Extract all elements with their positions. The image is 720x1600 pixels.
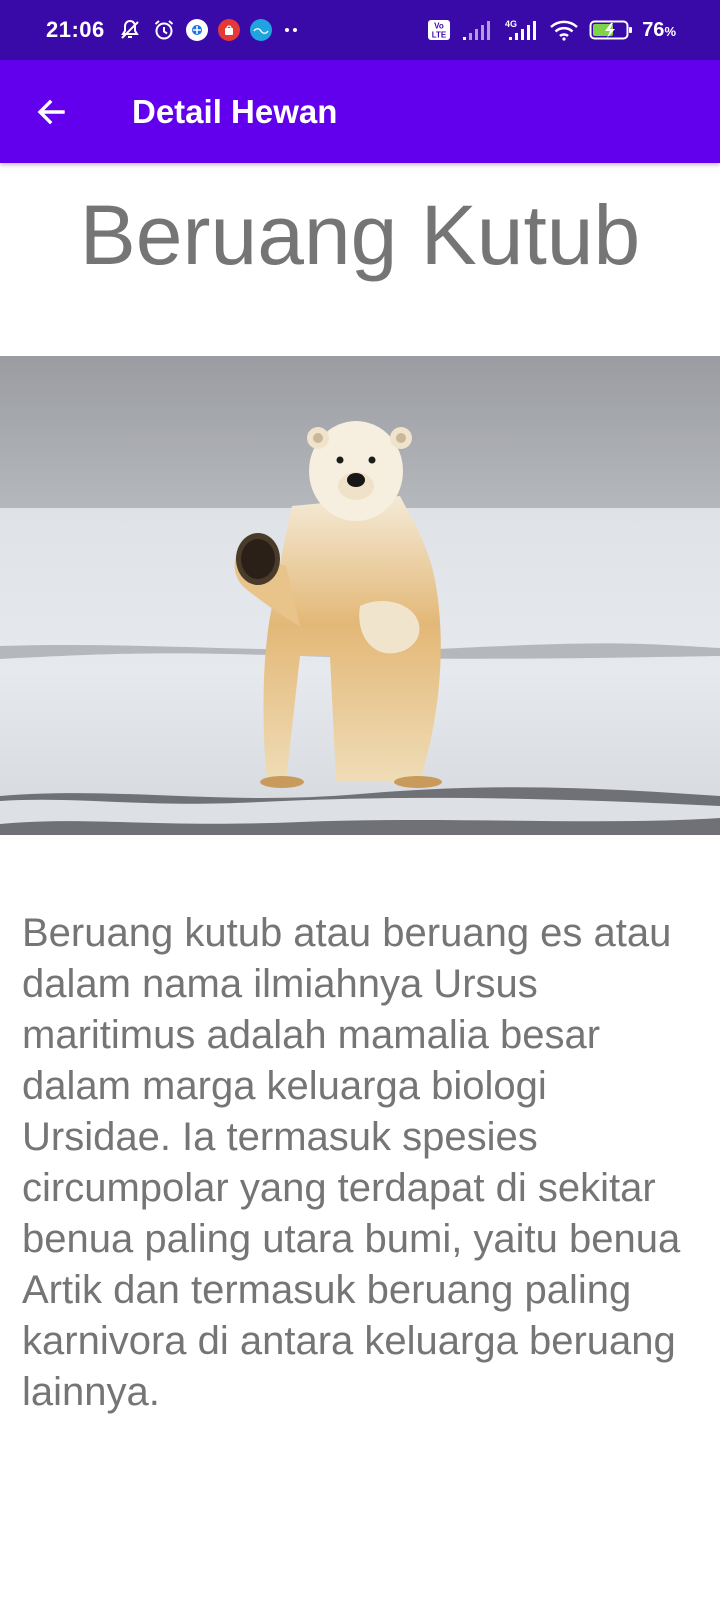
arrow-back-icon xyxy=(37,99,65,124)
svg-text:Vo: Vo xyxy=(434,22,444,31)
shopee-icon xyxy=(217,19,240,41)
animal-description: Beruang kutub atau beruang es atau dalam… xyxy=(22,911,681,1414)
svg-text:LTE: LTE xyxy=(432,31,447,40)
volte-icon: Vo LTE xyxy=(427,19,451,41)
status-bar-left: 21:06 xyxy=(46,17,305,43)
app-bar: Detail Hewan xyxy=(0,60,720,163)
silent-bell-icon xyxy=(118,18,142,42)
alarm-icon xyxy=(152,18,176,42)
4g-signal-icon: 4G xyxy=(501,18,539,42)
page-title: Detail Hewan xyxy=(132,92,338,130)
battery-charging-icon xyxy=(589,19,633,41)
battery-percent: 76% xyxy=(642,18,676,41)
canva-icon xyxy=(249,19,272,41)
status-bar: 21:06 Vo LTE 4G 76% xyxy=(0,0,720,60)
signal-icon xyxy=(461,19,491,41)
wifi-icon xyxy=(549,19,579,41)
back-button[interactable] xyxy=(21,82,81,142)
status-time: 21:06 xyxy=(46,17,105,42)
app-notification-icon xyxy=(185,19,208,41)
network-label: 4G xyxy=(505,19,517,29)
more-dots-icon xyxy=(282,26,300,34)
polar-bear-photo xyxy=(0,356,720,835)
status-bar-right: Vo LTE 4G 76% xyxy=(422,18,676,42)
animal-name: Beruang Kutub xyxy=(79,188,641,282)
animal-image xyxy=(0,356,720,835)
